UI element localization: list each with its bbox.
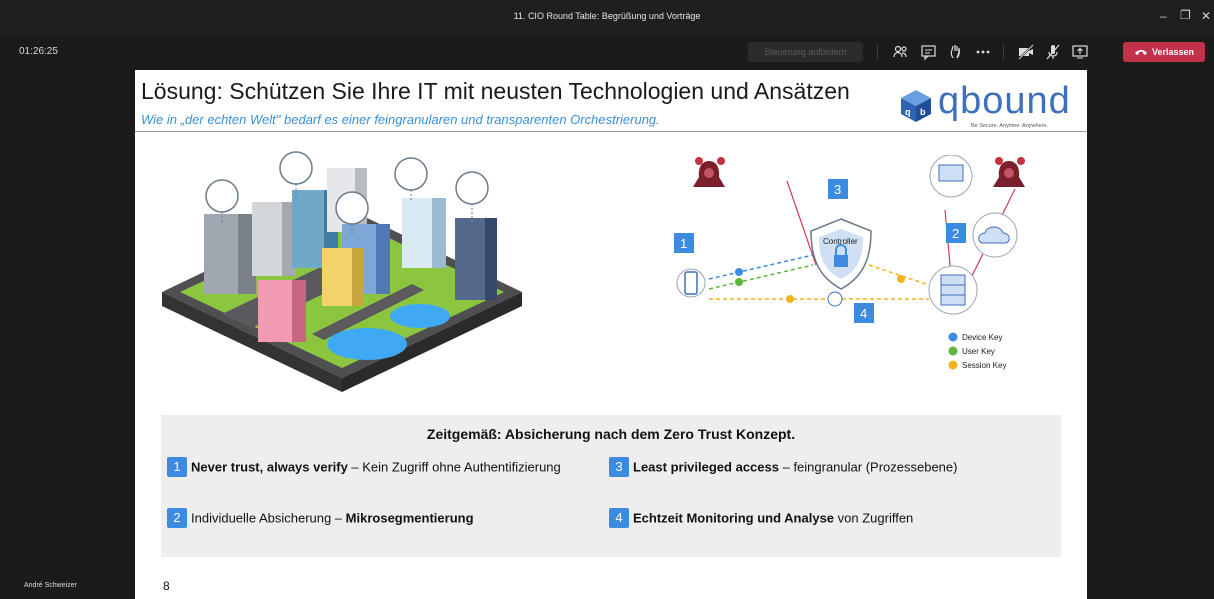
principle-text: von Zugriffen xyxy=(834,510,914,526)
camera-off-icon[interactable] xyxy=(1017,43,1035,61)
more-options-icon[interactable] xyxy=(974,43,992,61)
title-divider xyxy=(135,131,1087,132)
key-legend: Device Key User Key Session Key xyxy=(948,332,1006,370)
slide-title: Lösung: Schützen Sie Ihre IT mit neusten… xyxy=(141,78,850,104)
logo-tagline: Be Secure. Anytime. Anywhere. xyxy=(971,123,1049,129)
principle-number: 1 xyxy=(167,457,187,477)
legend-device-key: Device Key xyxy=(962,333,1002,342)
phone-hangup-icon xyxy=(1135,50,1147,55)
legend-user-key: User Key xyxy=(962,347,995,356)
mic-off-icon[interactable] xyxy=(1044,43,1062,61)
toolbar-divider xyxy=(877,44,878,60)
meeting-toolbar: 01:26:25 Steuerung anfordern Verlassen xyxy=(0,34,1214,70)
chat-icon[interactable] xyxy=(920,43,938,61)
principle-1: 1 Never trust, always verify – Kein Zugri… xyxy=(167,457,561,477)
number-badge-1-text: 1 xyxy=(680,236,687,251)
principle-bold: Never trust, always verify xyxy=(191,459,348,475)
legend-session-key: Session Key xyxy=(962,361,1006,370)
qbound-cube-icon: q b xyxy=(901,90,931,122)
zero-trust-network-diagram: Controller 3 1 2 4 Device Key User Key S… xyxy=(674,155,1025,370)
user-key-icon xyxy=(948,346,958,356)
principle-bold: Mikrosegmentierung xyxy=(345,510,474,526)
request-control-button[interactable]: Steuerung anfordern xyxy=(748,42,863,62)
close-icon[interactable]: ✕ xyxy=(1201,9,1211,23)
principle-number: 4 xyxy=(609,508,629,528)
minimize-icon[interactable]: – xyxy=(1160,9,1167,23)
logo-text: qbound xyxy=(938,80,1071,122)
principle-number: 3 xyxy=(609,457,629,477)
principle-bold: Echtzeit Monitoring und Analyse xyxy=(633,510,835,526)
principle-3: 3 Least privileged access – feingranular … xyxy=(609,457,957,477)
raise-hand-icon[interactable] xyxy=(947,43,965,61)
number-badge-4-text: 4 xyxy=(860,306,867,321)
leave-button-label: Verlassen xyxy=(1152,47,1195,57)
principle-number: 2 xyxy=(167,508,187,528)
session-key-icon xyxy=(948,360,958,370)
slide-page-number: 8 xyxy=(163,579,170,593)
title-bar: 11. CIO Round Table: Begrüßung und Vortr… xyxy=(0,0,1214,34)
monitoring-icon xyxy=(827,291,843,307)
svg-text:q: q xyxy=(905,107,911,117)
meeting-timer: 01:26:25 xyxy=(19,46,58,57)
participant-name: André Schweizer xyxy=(24,582,77,589)
principle-2: 2 Individuelle Absicherung – Mikrosegment… xyxy=(167,508,474,528)
city-illustration xyxy=(162,151,522,392)
window-title: 11. CIO Round Table: Begrüßung und Vortr… xyxy=(513,11,701,21)
toolbar-divider xyxy=(1003,44,1004,60)
slide-subtitle: Wie in „der echten Welt" bedarf es einer… xyxy=(141,112,660,127)
principle-text: – Kein Zugriff ohne Authentifizierung xyxy=(347,459,561,475)
number-badge-3-text: 3 xyxy=(834,182,841,197)
principle-text: Individuelle Absicherung – xyxy=(191,510,346,526)
attacker-icon xyxy=(693,157,725,187)
svg-text:b: b xyxy=(920,107,926,117)
principle-4: 4 Echtzeit Monitoring und Analyse von Zug… xyxy=(609,508,913,528)
controller-label: Controller xyxy=(823,237,858,246)
leave-button[interactable]: Verlassen xyxy=(1123,42,1205,62)
shared-slide: Lösung: Schützen Sie Ihre IT mit neusten… xyxy=(135,70,1087,599)
device-icon xyxy=(676,268,706,298)
participants-icon[interactable] xyxy=(892,43,910,61)
principle-text: – feingranular (Prozessebene) xyxy=(778,459,958,475)
device-key-icon xyxy=(948,332,958,342)
restore-icon[interactable]: ❐ xyxy=(1180,8,1191,22)
share-screen-icon[interactable] xyxy=(1071,43,1089,61)
qbound-logo: q b qbound Be Secure. Anytime. Anywhere. xyxy=(898,80,1070,129)
number-badge-2-text: 2 xyxy=(952,226,959,241)
principle-bold: Least privileged access xyxy=(633,459,779,475)
zero-trust-box: Zeitgemäß: Absicherung nach dem Zero Tru… xyxy=(161,415,1061,557)
attacker-icon xyxy=(993,157,1025,187)
zero-trust-heading: Zeitgemäß: Absicherung nach dem Zero Tru… xyxy=(426,426,796,442)
